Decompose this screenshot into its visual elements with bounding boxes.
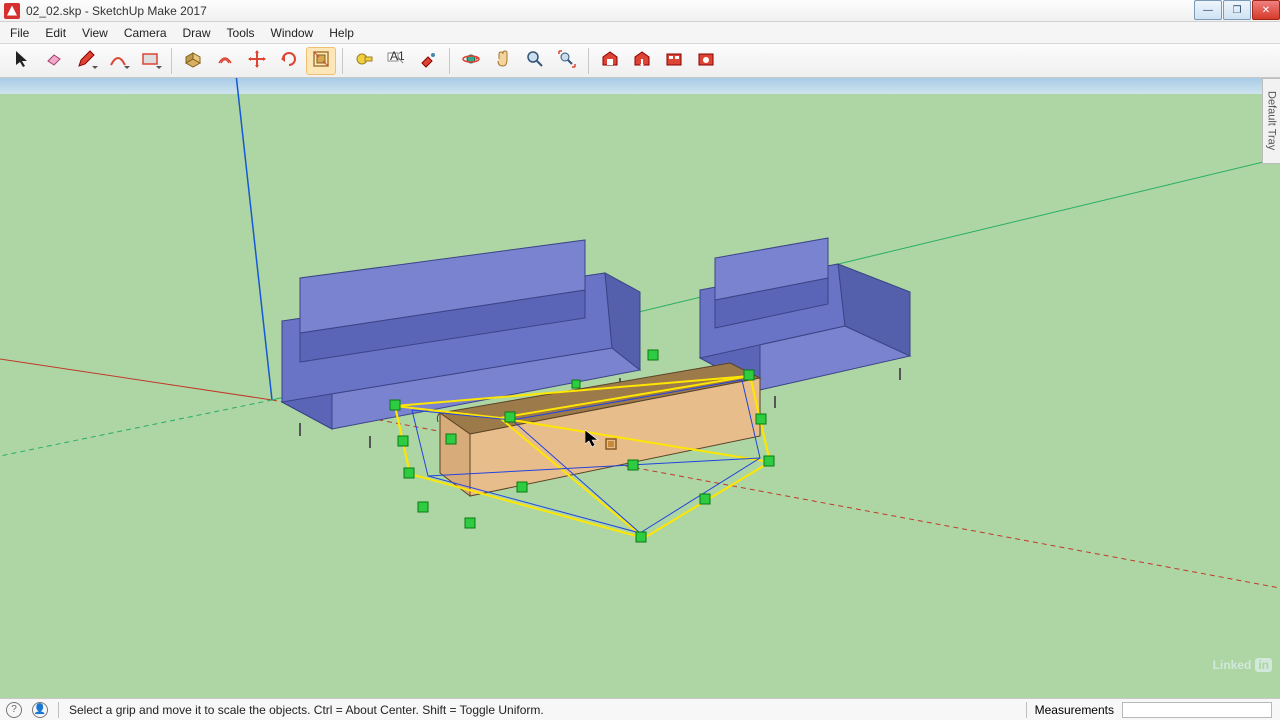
- scene-canvas[interactable]: [0, 78, 1280, 698]
- pencil-icon: [76, 49, 96, 72]
- extension-mgr-tool[interactable]: [691, 47, 721, 75]
- orbit-tool[interactable]: [456, 47, 486, 75]
- maximize-button[interactable]: ❐: [1223, 0, 1251, 20]
- svg-text:A1: A1: [390, 49, 405, 63]
- menu-window[interactable]: Window: [263, 23, 322, 43]
- warehouse-share-tool[interactable]: [627, 47, 657, 75]
- orbit-icon: [461, 49, 481, 72]
- extension-tool[interactable]: [659, 47, 689, 75]
- axis-red-positive: [272, 400, 1280, 588]
- pan-tool[interactable]: [488, 47, 518, 75]
- paint-tool[interactable]: [413, 47, 443, 75]
- pushpull-icon: [183, 49, 203, 72]
- move-tool[interactable]: [242, 47, 272, 75]
- zoom-extents-tool[interactable]: [552, 47, 582, 75]
- status-divider-2: [1026, 702, 1027, 718]
- window-controls: — ❐ ✕: [1193, 0, 1280, 20]
- text-icon: A1: [386, 49, 406, 72]
- offset-icon: [215, 49, 235, 72]
- wh2-icon: [632, 49, 652, 72]
- scale-icon: [311, 49, 331, 72]
- cursor-indicator-icon: [605, 438, 617, 453]
- toolbar-separator: [449, 48, 450, 74]
- menu-camera[interactable]: Camera: [116, 23, 175, 43]
- axis-red-negative: [0, 359, 272, 400]
- ext2-icon: [696, 49, 716, 72]
- toolbar-separator: [171, 48, 172, 74]
- toolbar-separator: [588, 48, 589, 74]
- tape-tool[interactable]: [349, 47, 379, 75]
- viewport-3d[interactable]: Default Tray Linkedin: [0, 78, 1280, 698]
- pushpull-tool[interactable]: [178, 47, 208, 75]
- arc-tool[interactable]: [103, 47, 133, 75]
- arc-icon: [108, 49, 128, 72]
- menu-help[interactable]: Help: [321, 23, 362, 43]
- status-hint: Select a grip and move it to scale the o…: [69, 703, 544, 717]
- menu-file[interactable]: File: [2, 23, 37, 43]
- shapes-tool[interactable]: [135, 47, 165, 75]
- zoomext-icon: [557, 49, 577, 72]
- offset-tool[interactable]: [210, 47, 240, 75]
- ext1-icon: [664, 49, 684, 72]
- measurements-label: Measurements: [1035, 703, 1114, 717]
- wh1-icon: [600, 49, 620, 72]
- toolbar-separator: [342, 48, 343, 74]
- pan-icon: [493, 49, 513, 72]
- menu-tools[interactable]: Tools: [219, 23, 263, 43]
- app-icon: [4, 3, 20, 19]
- title-bar: 02_02.skp - SketchUp Make 2017 — ❐ ✕: [0, 0, 1280, 22]
- default-tray-handle[interactable]: Default Tray: [1262, 78, 1280, 164]
- eraser-icon: [44, 49, 64, 72]
- status-divider: [58, 702, 59, 718]
- zoom-tool[interactable]: [520, 47, 550, 75]
- main-toolbar: A1: [0, 44, 1280, 78]
- cursor-icon: [12, 49, 32, 72]
- default-tray-label: Default Tray: [1266, 91, 1278, 150]
- rotate-tool[interactable]: [274, 47, 304, 75]
- window-title: 02_02.skp - SketchUp Make 2017: [26, 4, 207, 18]
- text-tool[interactable]: A1: [381, 47, 411, 75]
- eraser-tool[interactable]: [39, 47, 69, 75]
- axis-blue: [232, 78, 272, 400]
- menu-draw[interactable]: Draw: [175, 23, 219, 43]
- axis-green-negative: [0, 400, 272, 456]
- close-button[interactable]: ✕: [1252, 0, 1280, 20]
- help-icon[interactable]: ?: [6, 702, 22, 718]
- linkedin-watermark: Linkedin: [1213, 658, 1272, 672]
- line-tool[interactable]: [71, 47, 101, 75]
- select-tool[interactable]: [7, 47, 37, 75]
- menu-view[interactable]: View: [74, 23, 116, 43]
- user-icon[interactable]: 👤: [32, 702, 48, 718]
- zoom-icon: [525, 49, 545, 72]
- move-icon: [247, 49, 267, 72]
- measurements-input[interactable]: [1122, 702, 1272, 718]
- status-bar: ? 👤 Select a grip and move it to scale t…: [0, 698, 1280, 720]
- tape-icon: [354, 49, 374, 72]
- minimize-button[interactable]: —: [1194, 0, 1222, 20]
- rect-icon: [140, 49, 160, 72]
- menu-bar: FileEditViewCameraDrawToolsWindowHelp: [0, 22, 1280, 44]
- menu-edit[interactable]: Edit: [37, 23, 74, 43]
- scale-tool[interactable]: [306, 47, 336, 75]
- rotate-icon: [279, 49, 299, 72]
- paint-icon: [418, 49, 438, 72]
- warehouse-tool[interactable]: [595, 47, 625, 75]
